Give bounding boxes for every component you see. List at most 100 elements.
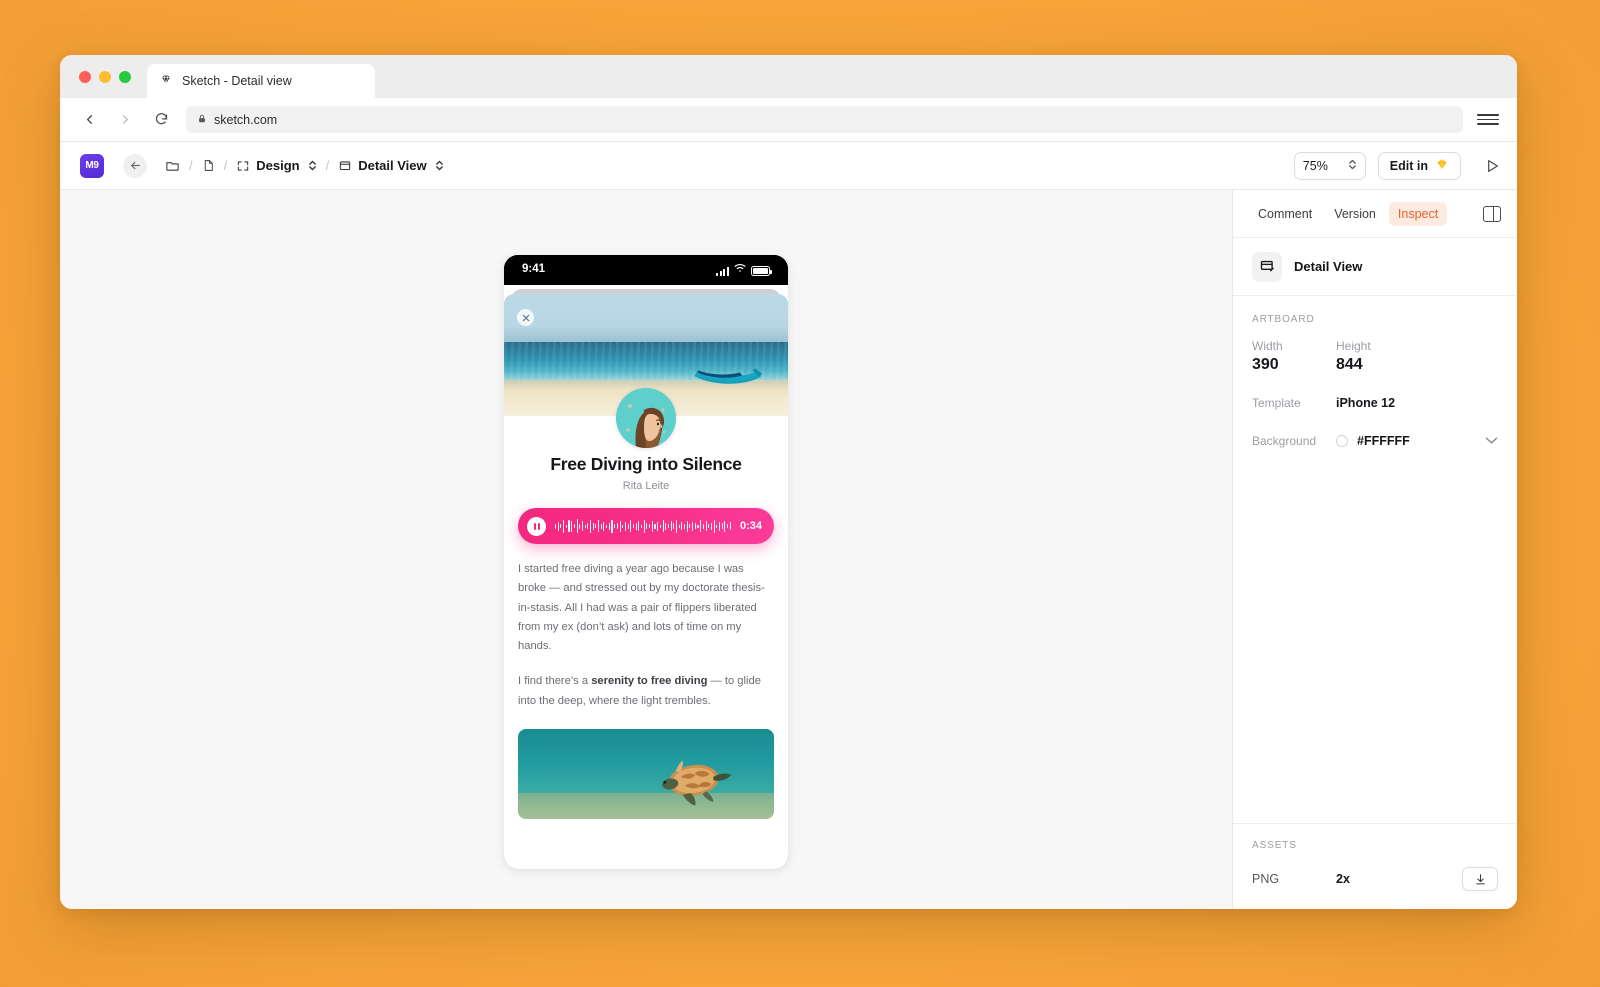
pause-icon[interactable] (527, 516, 546, 536)
sketch-diamond-icon (159, 72, 173, 91)
home-indicator (594, 860, 698, 864)
selected-layer-row[interactable]: Detail View (1233, 238, 1517, 296)
phone-status-bar: 9:41 (504, 255, 788, 285)
back-arrow-icon[interactable] (78, 109, 100, 131)
width-field: Width 390 (1252, 339, 1336, 374)
breadcrumb-document[interactable] (202, 158, 215, 173)
close-window-button[interactable] (79, 71, 91, 83)
edit-in-label: Edit in (1389, 158, 1428, 173)
background-value: #FFFFFF (1357, 434, 1410, 448)
chevron-updown-icon-3[interactable] (1348, 158, 1357, 174)
reload-icon[interactable] (150, 109, 172, 131)
height-label: Height (1336, 339, 1371, 353)
sketch-diamond-icon-2 (1435, 157, 1449, 174)
wifi-icon (734, 263, 746, 276)
breadcrumb: / / Design / Detail View (165, 158, 444, 173)
breadcrumb-artboard[interactable]: Detail View (338, 158, 443, 173)
paragraph-1: I started free diving a year ago because… (518, 563, 765, 653)
minimize-window-button[interactable] (99, 71, 111, 83)
address-bar-url: sketch.com (214, 112, 278, 127)
tab-inspect[interactable]: Inspect (1388, 201, 1448, 226)
artboard-icon (1252, 251, 1282, 282)
background-row[interactable]: Background #FFFFFF (1252, 432, 1498, 450)
edit-in-sketch-button[interactable]: Edit in (1377, 151, 1461, 180)
forward-arrow-icon[interactable] (114, 109, 136, 131)
audio-player[interactable]: 0:34 (518, 508, 774, 544)
asset-scale: 2x (1336, 872, 1350, 886)
background-label: Background (1252, 434, 1317, 448)
width-label: Width (1252, 339, 1283, 353)
background-color-swatch[interactable] (1336, 435, 1348, 447)
chevron-down-icon[interactable] (1485, 432, 1498, 450)
sheet-card: Free Diving into Silence Rita Leite 0:34 (504, 294, 788, 869)
browser-window: Sketch - Detail view sketch.com M9 / / D… (60, 55, 1517, 909)
paragraph-2-pre: I find there’s a (518, 675, 592, 688)
turtle-photo (518, 728, 774, 819)
dimensions-row: Width 390 Height 844 (1252, 339, 1498, 374)
browser-tab-bar: Sketch - Detail view (60, 55, 1517, 98)
cellular-signal-icon (716, 266, 729, 276)
browser-url-bar: sketch.com (60, 98, 1517, 142)
template-label: Template (1252, 396, 1301, 410)
lock-icon (197, 113, 207, 127)
breadcrumb-separator: / (189, 158, 193, 173)
status-time: 9:41 (522, 263, 546, 275)
maximize-window-button[interactable] (119, 71, 131, 83)
breadcrumb-page-label: Design (256, 158, 300, 173)
chevron-updown-icon[interactable] (308, 159, 317, 172)
close-x-icon[interactable] (517, 309, 534, 326)
browser-tab-title: Sketch - Detail view (182, 74, 292, 88)
download-icon[interactable] (1462, 867, 1498, 891)
turtle-graphic (662, 760, 732, 806)
design-canvas[interactable]: 9:41 Free Diving into Silence Rita Leite… (60, 190, 1232, 909)
artboard-section-title: ARTBOARD (1252, 314, 1315, 325)
height-field: Height 844 (1336, 339, 1420, 374)
tab-comment[interactable]: Comment (1249, 202, 1321, 226)
window-traffic-lights[interactable] (79, 71, 131, 83)
phone-artboard[interactable]: 9:41 Free Diving into Silence Rita Leite… (504, 255, 788, 869)
selected-layer-name: Detail View (1294, 259, 1363, 274)
page-title: Free Diving into Silence (550, 454, 742, 474)
audio-waveform[interactable] (555, 518, 731, 535)
breadcrumb-separator-3: / (325, 158, 330, 173)
paragraph-2-bold: serenity to free diving (591, 675, 708, 688)
audio-player-container: 0:34 (504, 492, 788, 544)
inspector-tabs: Comment Version Inspect (1233, 190, 1517, 238)
battery-icon (751, 266, 772, 276)
app-toolbar: M9 / / Design / Detail View 75% Edit in (60, 142, 1517, 190)
episode-author: Rita Leite (622, 480, 670, 492)
hamburger-menu-icon[interactable] (1477, 114, 1499, 125)
template-row: Template iPhone 12 (1252, 396, 1498, 410)
assets-section-title: ASSETS (1252, 840, 1297, 851)
width-value: 390 (1252, 356, 1279, 373)
breadcrumb-folder[interactable] (165, 158, 180, 173)
zoom-value: 75% (1302, 158, 1328, 173)
inspector-spacer (1233, 450, 1517, 823)
workspace-split: 9:41 Free Diving into Silence Rita Leite… (60, 190, 1517, 909)
artboard-section: ARTBOARD Width 390 Height 844 Template i… (1233, 296, 1517, 450)
audio-duration: 0:34 (739, 520, 762, 532)
episode-body: I started free diving a year ago because… (504, 544, 788, 711)
paragraph-2: I find there’s a serenity to free diving… (518, 672, 774, 711)
breadcrumb-page[interactable]: Design (236, 158, 316, 173)
browser-tab[interactable]: Sketch - Detail view (147, 64, 375, 98)
tab-version[interactable]: Version (1325, 202, 1385, 226)
assets-section: ASSETS PNG 2x (1233, 823, 1517, 909)
status-indicators (716, 263, 772, 276)
asset-row: PNG 2x (1252, 867, 1498, 891)
template-value: iPhone 12 (1336, 396, 1396, 410)
phone-screen: Free Diving into Silence Rita Leite 0:34 (504, 285, 788, 869)
zoom-selector[interactable]: 75% (1293, 151, 1366, 180)
address-bar[interactable]: sketch.com (186, 106, 1463, 133)
avatar[interactable] (616, 388, 676, 448)
workspace-logo[interactable]: M9 (80, 153, 104, 178)
boat-graphic (694, 368, 763, 384)
preview-play-button[interactable] (1481, 158, 1503, 174)
breadcrumb-artboard-label: Detail View (358, 158, 427, 173)
breadcrumb-separator-2: / (223, 158, 228, 173)
chevron-updown-icon-2[interactable] (435, 159, 444, 172)
inspector-panel: Comment Version Inspect Detail View ARTB… (1232, 190, 1517, 909)
height-value: 844 (1336, 356, 1363, 373)
panel-toggle-icon[interactable] (1483, 205, 1501, 222)
app-back-button[interactable] (123, 153, 147, 178)
